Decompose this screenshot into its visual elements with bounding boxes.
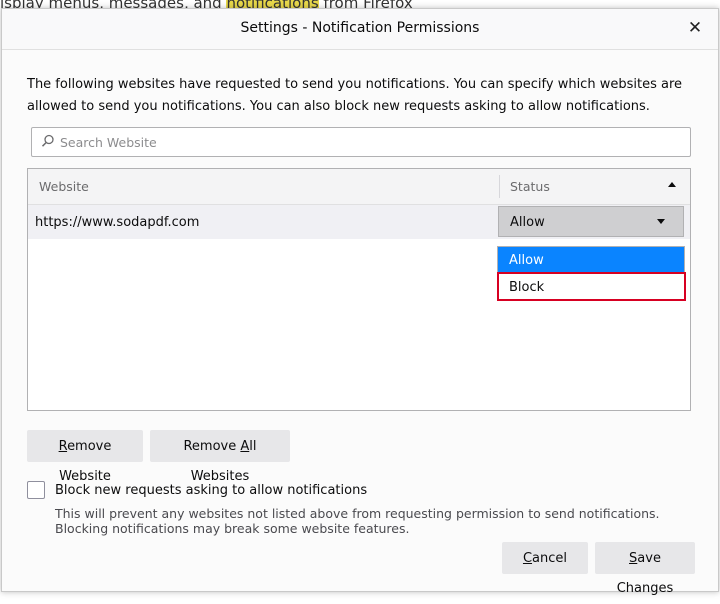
cancel-button[interactable]: Cancel bbox=[502, 542, 588, 574]
column-header-website[interactable]: Website bbox=[39, 179, 89, 194]
block-new-requests-label[interactable]: Block new requests asking to allow notif… bbox=[55, 483, 367, 498]
dropdown-option-label: Allow bbox=[509, 253, 544, 268]
dropdown-option-block[interactable]: Block bbox=[498, 274, 684, 300]
dropdown-option-label: Block bbox=[509, 280, 545, 295]
dialog-title-bar: Settings - Notification Permissions ✕ bbox=[2, 9, 718, 50]
dropdown-option-allow[interactable]: Allow bbox=[498, 247, 684, 273]
notification-permissions-dialog: Settings - Notification Permissions ✕ Th… bbox=[1, 8, 719, 596]
chevron-down-icon bbox=[657, 219, 665, 224]
block-new-requests-checkbox[interactable] bbox=[27, 481, 45, 499]
search-input[interactable] bbox=[58, 130, 682, 154]
block-new-requests-help: This will prevent any websites not liste… bbox=[55, 506, 660, 536]
remove-website-button[interactable]: Remove Website bbox=[27, 430, 143, 484]
table-header: Website Status bbox=[28, 169, 690, 205]
dialog-title: Settings - Notification Permissions bbox=[240, 20, 480, 36]
status-dropdown-menu: Allow Block bbox=[497, 246, 685, 300]
close-icon[interactable]: ✕ bbox=[684, 17, 706, 39]
column-header-status-label: Status bbox=[510, 179, 550, 194]
table-row[interactable]: https://www.sodapdf.com Allow bbox=[28, 205, 690, 239]
sort-ascending-icon bbox=[668, 182, 676, 187]
search-icon bbox=[41, 134, 54, 147]
search-box[interactable] bbox=[31, 127, 691, 157]
remove-all-websites-button[interactable]: Remove All Websites bbox=[150, 430, 290, 484]
row-website: https://www.sodapdf.com bbox=[35, 215, 200, 230]
status-select[interactable]: Allow bbox=[498, 206, 684, 237]
save-changes-button[interactable]: Save Changes bbox=[595, 542, 695, 596]
status-select-value: Allow bbox=[510, 215, 545, 230]
column-header-status[interactable]: Status bbox=[500, 169, 690, 204]
dialog-description: The following websites have requested to… bbox=[27, 77, 682, 114]
